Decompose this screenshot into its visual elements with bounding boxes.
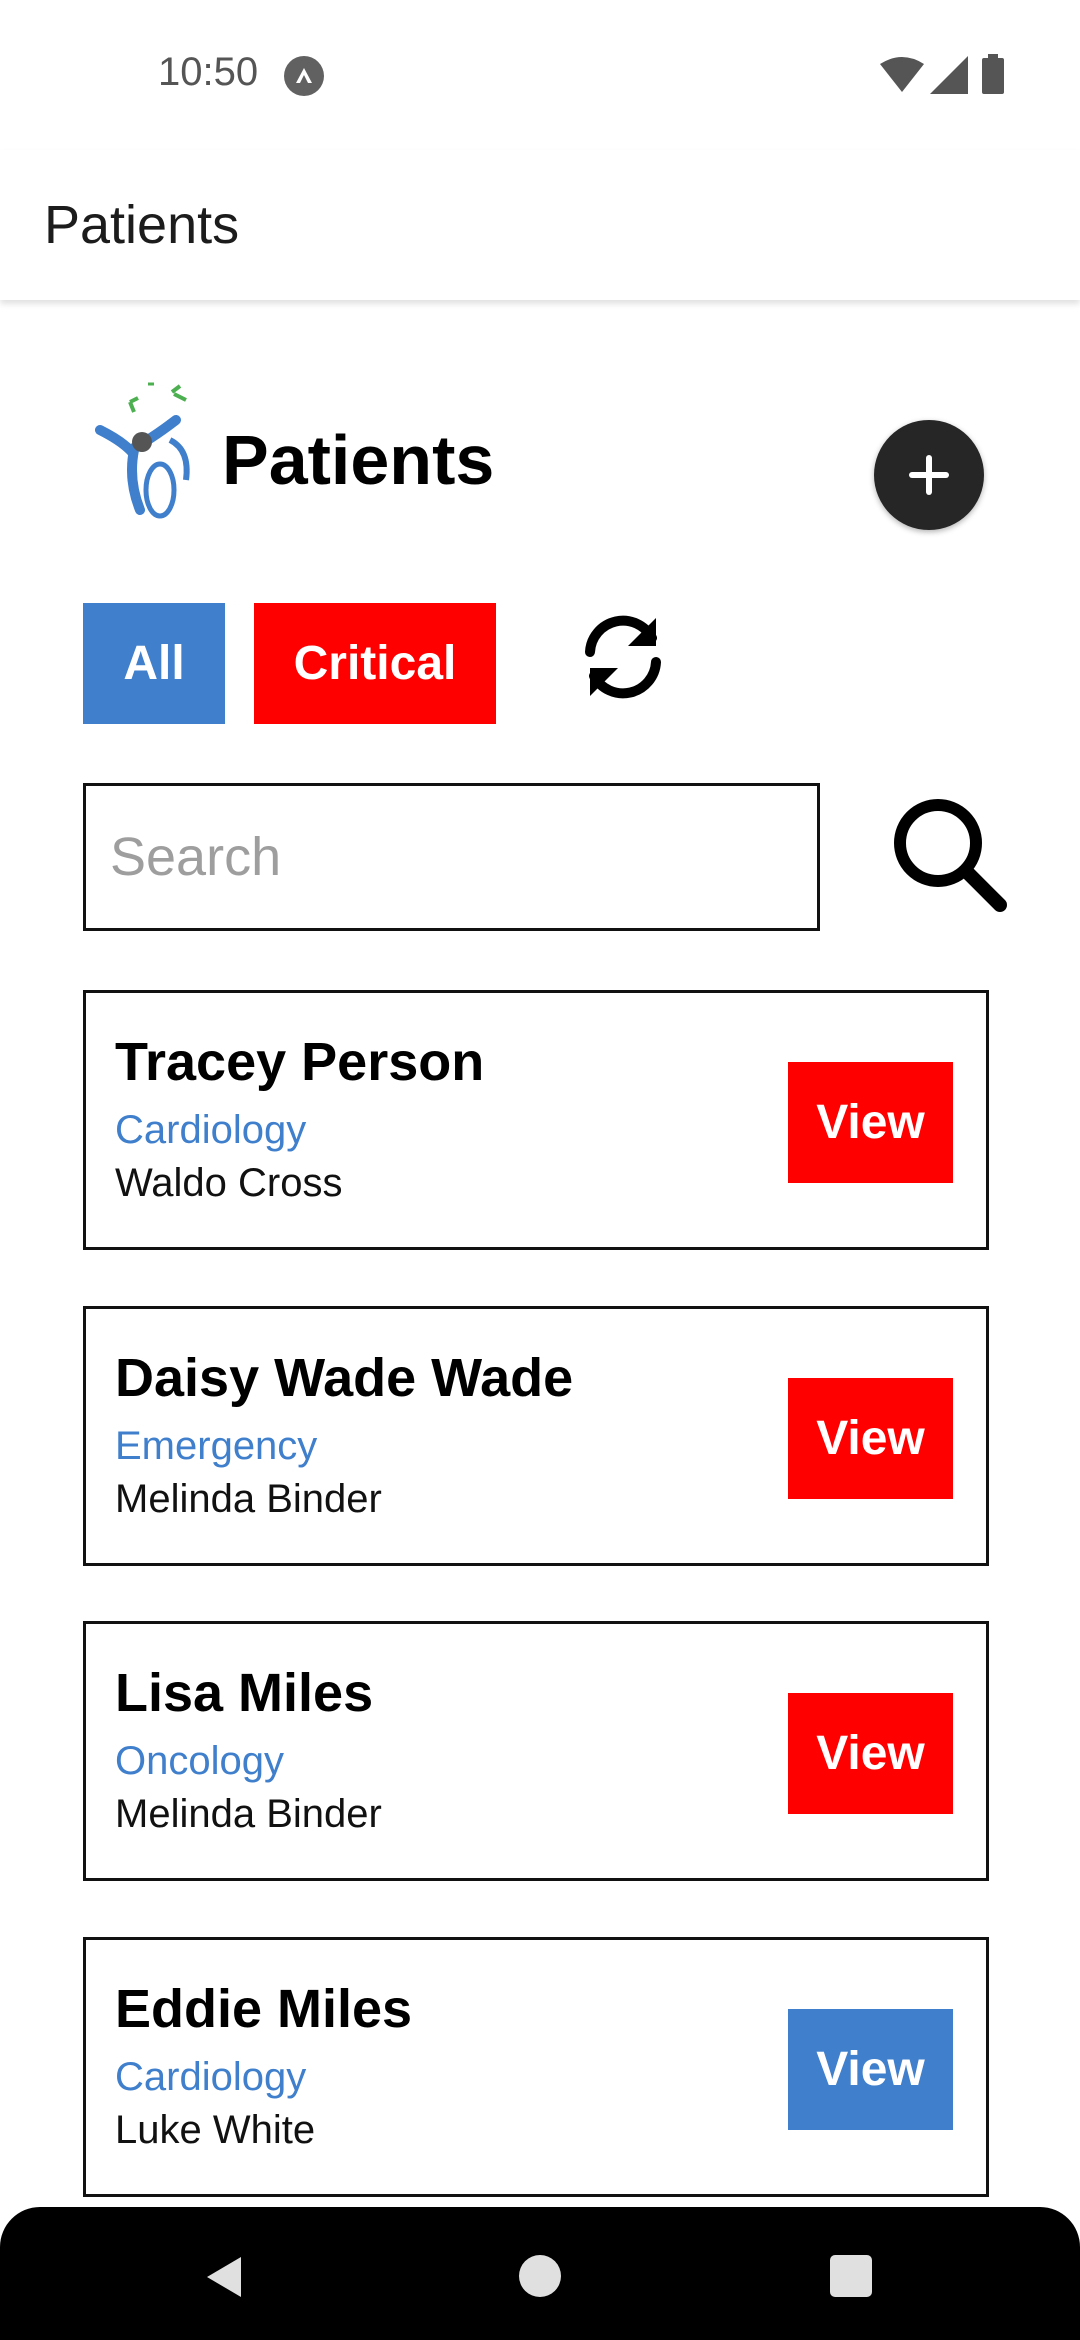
filter-critical-button[interactable]: Critical [254, 603, 496, 724]
back-icon[interactable] [205, 2255, 245, 2299]
view-patient-button[interactable]: View [788, 1693, 953, 1814]
refresh-icon[interactable] [578, 612, 668, 702]
app-bar: Patients [0, 150, 1080, 300]
system-nav-bar [0, 2207, 1080, 2340]
patient-department: Cardiology [115, 2055, 307, 2099]
patient-card: Lisa Miles Oncology Melinda Binder View [83, 1621, 989, 1881]
search-icon[interactable] [890, 795, 1008, 913]
add-patient-button[interactable] [874, 420, 984, 530]
patient-card: Eddie Miles Cardiology Luke White View [83, 1937, 989, 2197]
patient-doctor: Waldo Cross [115, 1161, 343, 1205]
patient-department: Oncology [115, 1739, 284, 1783]
wifi-icon [880, 57, 924, 92]
filter-all-button[interactable]: All [83, 603, 225, 724]
battery-icon [982, 54, 1004, 94]
view-patient-button[interactable]: View [788, 1378, 953, 1499]
app-notification-icon [284, 56, 324, 96]
patient-department: Cardiology [115, 1108, 307, 1152]
patient-card: Tracey Person Cardiology Waldo Cross Vie… [83, 990, 989, 1250]
patient-department: Emergency [115, 1424, 318, 1468]
hospital-logo [95, 382, 190, 519]
patient-doctor: Melinda Binder [115, 1477, 382, 1521]
view-patient-button[interactable]: View [788, 2009, 953, 2130]
patient-name: Lisa Miles [115, 1663, 374, 1723]
signal-icon [930, 56, 968, 94]
page-title: Patients [222, 421, 495, 499]
plus-icon [909, 455, 949, 495]
home-icon[interactable] [519, 2255, 561, 2297]
app-bar-title: Patients [44, 195, 240, 255]
status-time: 10:50 [158, 50, 259, 94]
patient-doctor: Melinda Binder [115, 1792, 382, 1836]
patient-card: Daisy Wade Wade Emergency Melinda Binder… [83, 1306, 989, 1566]
search-input[interactable] [83, 783, 820, 931]
patient-name: Eddie Miles [115, 1979, 413, 2039]
patient-name: Tracey Person [115, 1032, 485, 1092]
view-patient-button[interactable]: View [788, 1062, 953, 1183]
recents-icon[interactable] [830, 2255, 872, 2297]
patient-name: Daisy Wade Wade [115, 1348, 574, 1408]
patient-doctor: Luke White [115, 2108, 316, 2152]
status-bar: 10:50 [0, 0, 1080, 150]
